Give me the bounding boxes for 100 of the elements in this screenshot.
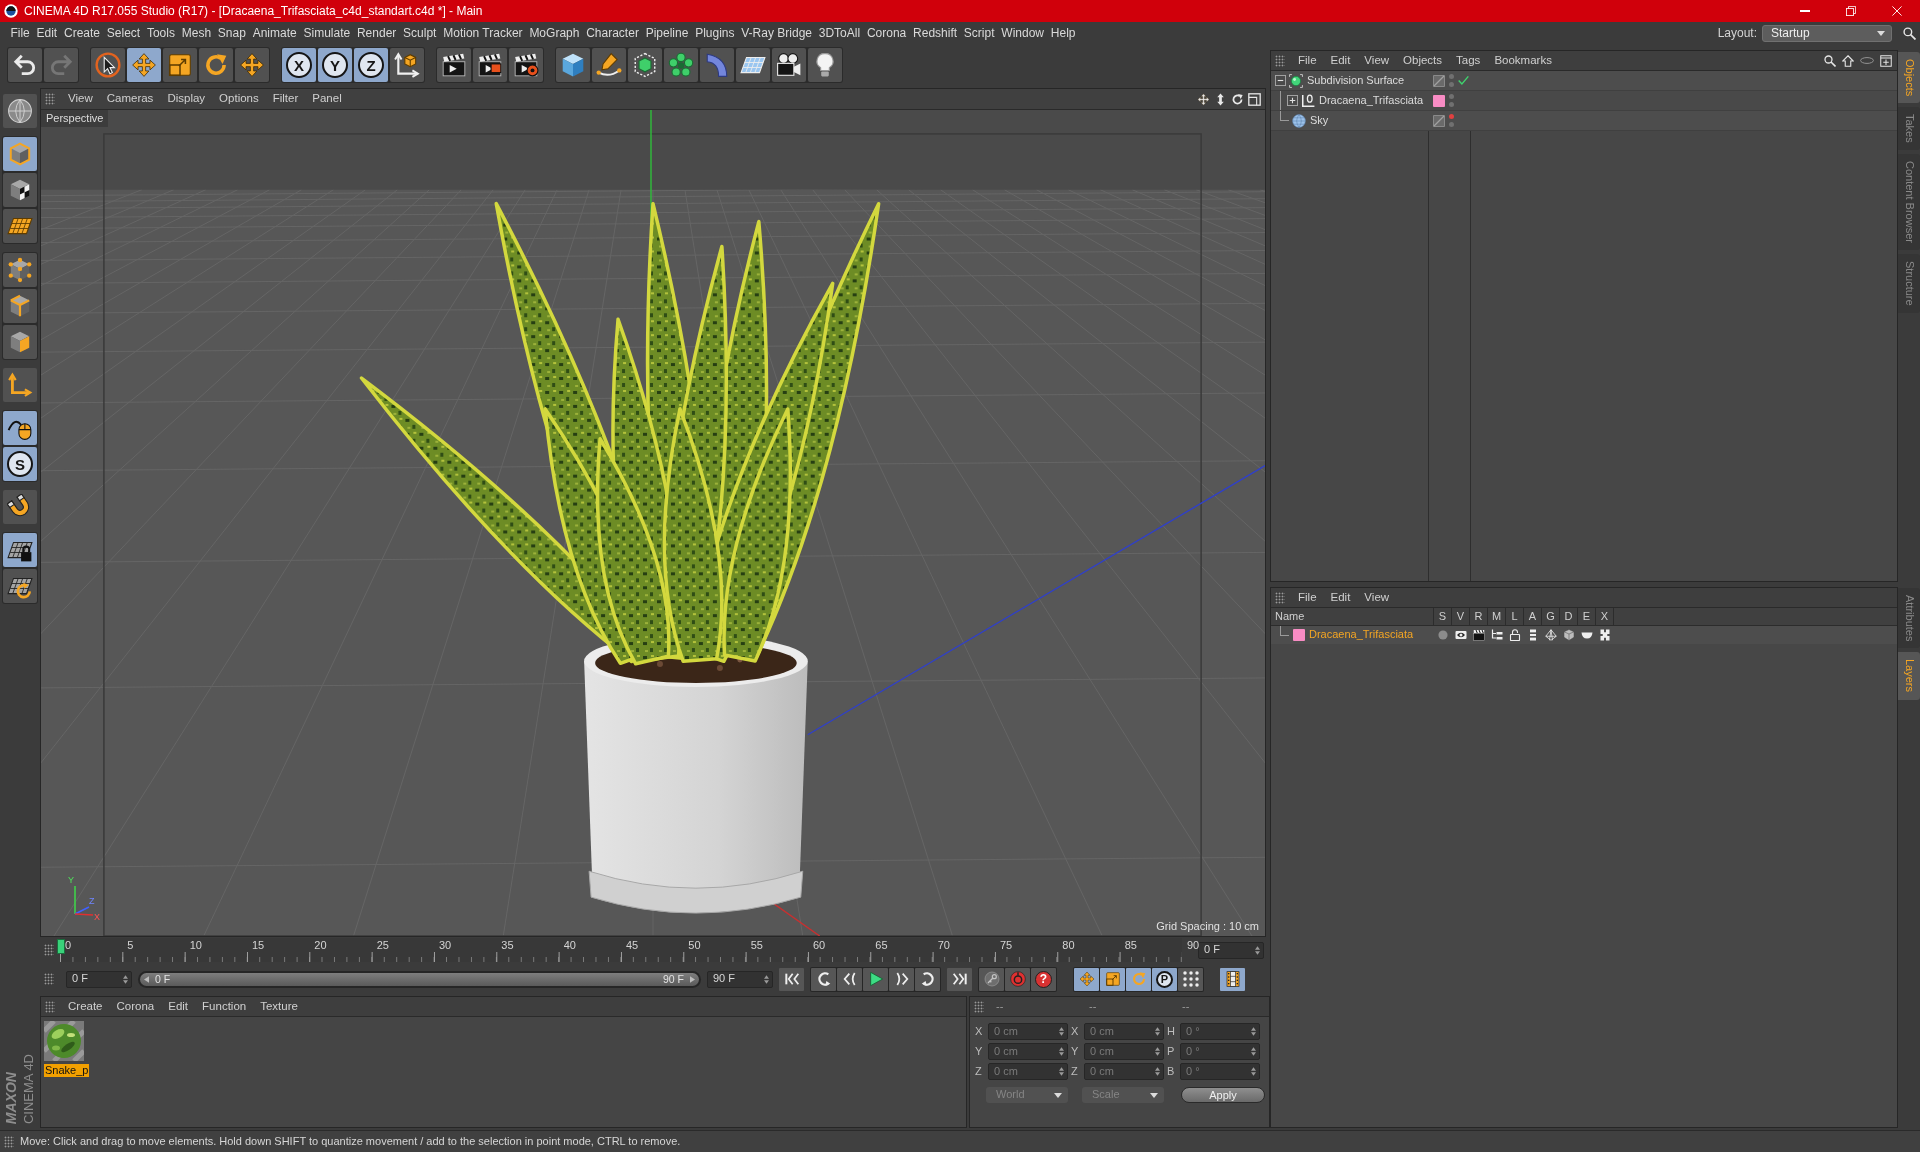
menu-item[interactable]: File xyxy=(7,25,34,41)
light-button[interactable] xyxy=(808,48,842,82)
edges-mode-button[interactable] xyxy=(3,289,37,323)
panel-grip-icon[interactable] xyxy=(44,973,54,985)
panel-grip-icon[interactable] xyxy=(1275,591,1285,604)
texture-mode-button[interactable] xyxy=(3,173,37,207)
subdivision-button[interactable] xyxy=(628,48,662,82)
menu-item[interactable]: Filter xyxy=(265,92,306,106)
menu-item[interactable]: Mesh xyxy=(178,25,215,41)
shield-cube-icon[interactable] xyxy=(1563,629,1575,641)
axis-mode-button[interactable] xyxy=(3,368,37,402)
menu-item[interactable]: Edit xyxy=(1323,53,1358,68)
hatched-square-icon[interactable] xyxy=(1433,74,1445,87)
scale-key-button[interactable] xyxy=(1100,967,1125,991)
menu-item[interactable]: File xyxy=(1291,53,1324,68)
cloner-button[interactable] xyxy=(664,48,698,82)
start-frame-field[interactable]: 0 F xyxy=(66,970,132,988)
side-tab[interactable]: Layers xyxy=(1898,652,1920,700)
frame-range-slider[interactable]: 0 F 90 F xyxy=(140,972,699,986)
point-level-button[interactable] xyxy=(1178,967,1203,991)
visibility-dot-icon[interactable] xyxy=(1449,114,1454,119)
color-swatch-icon[interactable] xyxy=(1433,94,1445,107)
menu-item[interactable]: Edit xyxy=(1323,590,1358,605)
rotation-key-button[interactable] xyxy=(1126,967,1151,991)
next-key-button[interactable] xyxy=(915,967,940,991)
hatched-square-icon[interactable] xyxy=(1433,114,1445,127)
workplane-align-button[interactable] xyxy=(3,569,37,603)
menu-item[interactable]: View xyxy=(1357,53,1397,68)
menu-item[interactable]: Bookmarks xyxy=(1487,53,1559,68)
strip-icon[interactable] xyxy=(1527,629,1539,641)
menu-item[interactable]: Select xyxy=(103,25,144,41)
pen-tool-button[interactable] xyxy=(592,48,626,82)
panel-grip-icon[interactable] xyxy=(45,1000,55,1013)
menu-item[interactable]: Character xyxy=(582,25,643,41)
side-tab[interactable]: Attributes xyxy=(1898,588,1920,649)
render-settings-button[interactable] xyxy=(509,48,543,82)
next-frame-button[interactable] xyxy=(889,967,914,991)
menu-item[interactable]: 3DToAll xyxy=(815,25,864,41)
menu-item[interactable]: Snap xyxy=(214,25,250,41)
menu-item[interactable]: Window xyxy=(997,25,1048,41)
undo-button[interactable] xyxy=(8,48,42,82)
menu-item[interactable]: View xyxy=(61,92,100,106)
current-frame-field[interactable]: 0 F xyxy=(1198,941,1264,959)
visibility-dot-icon[interactable] xyxy=(1449,74,1454,79)
panel-grip-icon[interactable] xyxy=(974,1000,984,1013)
maximize-icon[interactable] xyxy=(1248,92,1261,106)
menu-item[interactable]: Script xyxy=(960,25,998,41)
side-tab[interactable]: Takes xyxy=(1898,107,1920,151)
menu-item[interactable]: Objects xyxy=(1396,53,1450,68)
end-frame-field[interactable]: 90 F xyxy=(707,970,773,988)
search-icon[interactable] xyxy=(1824,54,1836,67)
magnet-button[interactable] xyxy=(3,490,37,524)
visibility-dot-icon[interactable] xyxy=(1449,82,1454,87)
menu-item[interactable]: V-Ray Bridge xyxy=(737,25,816,41)
camera-button[interactable] xyxy=(772,48,806,82)
menu-item[interactable]: Texture xyxy=(253,999,305,1014)
menu-item[interactable]: Plugins xyxy=(691,25,738,41)
snap-button[interactable]: S xyxy=(3,447,37,481)
workplane-lock-button[interactable] xyxy=(3,533,37,567)
clapperboard-icon[interactable] xyxy=(1473,629,1485,641)
tweak-mode-button[interactable] xyxy=(3,411,37,445)
previous-frame-button[interactable] xyxy=(837,967,862,991)
deformer-button[interactable] xyxy=(700,48,734,82)
menu-item[interactable]: Redshift xyxy=(909,25,961,41)
menu-item[interactable]: Pipeline xyxy=(642,25,692,41)
rotate-arrows-icon[interactable] xyxy=(1231,92,1244,106)
expand-toggle-icon[interactable] xyxy=(1287,95,1298,106)
menu-item[interactable]: Tools xyxy=(143,25,179,41)
pyramid-icon[interactable] xyxy=(1545,629,1557,641)
check-icon[interactable] xyxy=(1458,75,1469,86)
go-to-end-button[interactable] xyxy=(947,967,972,991)
lock-icon[interactable] xyxy=(1509,629,1521,641)
hierarchy-icon[interactable] xyxy=(1491,629,1503,641)
move-tool-button[interactable] xyxy=(127,48,161,82)
menu-item[interactable]: View xyxy=(1357,590,1397,605)
scale-tool-button[interactable] xyxy=(163,48,197,82)
workplane-mode-button[interactable] xyxy=(3,209,37,243)
side-tab[interactable]: Objects xyxy=(1898,52,1920,104)
menu-item[interactable]: Display xyxy=(160,92,213,106)
key-selection-button[interactable]: ? xyxy=(1031,967,1056,991)
recent-tool-button[interactable] xyxy=(235,48,269,82)
menu-item[interactable]: Corona xyxy=(109,999,162,1014)
floor-button[interactable] xyxy=(736,48,770,82)
oval-icon[interactable] xyxy=(1860,57,1874,64)
go-to-start-button[interactable] xyxy=(779,967,804,991)
panel-grip-icon[interactable] xyxy=(1275,54,1285,67)
polygons-mode-button[interactable] xyxy=(3,325,37,359)
home-icon[interactable] xyxy=(1842,54,1854,67)
solo-dot-icon[interactable] xyxy=(1438,630,1448,640)
menu-item[interactable]: Tags xyxy=(1449,53,1488,68)
bowl-icon[interactable] xyxy=(1581,631,1593,639)
parameter-key-button[interactable]: P xyxy=(1152,967,1177,991)
cube-button[interactable] xyxy=(556,48,590,82)
menu-item[interactable]: Render xyxy=(353,25,400,41)
menu-item[interactable]: Function xyxy=(195,999,254,1014)
previous-key-button[interactable] xyxy=(811,967,836,991)
collapse-toggle-icon[interactable] xyxy=(1275,75,1286,86)
panel-grip-icon[interactable] xyxy=(45,93,55,105)
selection-tool-button[interactable] xyxy=(91,48,125,82)
visibility-dot-icon[interactable] xyxy=(1449,102,1454,107)
